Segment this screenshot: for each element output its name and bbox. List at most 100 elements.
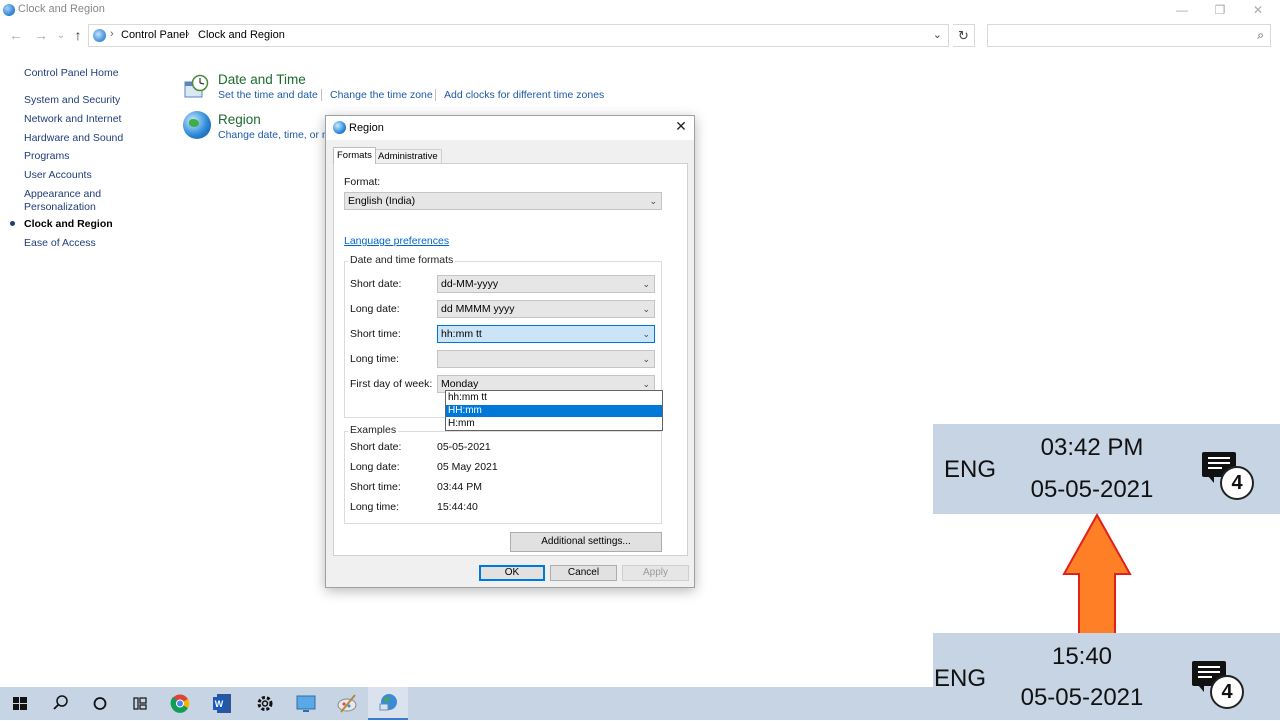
- sidebar-item-appearance[interactable]: Appearance and: [24, 188, 101, 201]
- example-long-date-value: 05 May 2021: [437, 461, 498, 473]
- remote-desktop-icon[interactable]: [286, 687, 326, 720]
- search-input[interactable]: ⌕: [987, 24, 1271, 47]
- restore-button[interactable]: ❐: [1200, 0, 1240, 20]
- clock-date: 05-05-2021: [1020, 684, 1144, 711]
- up-button[interactable]: ↑: [70, 27, 86, 43]
- clock-date: 05-05-2021: [1030, 476, 1154, 503]
- tab-formats[interactable]: Formats: [333, 147, 376, 164]
- chevron-down-icon: ⌄: [642, 304, 650, 314]
- example-short-date-value: 05-05-2021: [437, 441, 491, 453]
- language-preferences-link[interactable]: Language preferences: [344, 235, 449, 247]
- refresh-button[interactable]: ↻: [953, 24, 975, 47]
- back-button[interactable]: ←: [8, 27, 24, 43]
- sidebar-item-network[interactable]: Network and Internet: [24, 113, 121, 126]
- short-time-dropdown-list: hh:mm tt HH:mm H:mm: [445, 390, 663, 431]
- sidebar-item-programs[interactable]: Programs: [24, 150, 70, 163]
- sidebar-item-hardware[interactable]: Hardware and Sound: [24, 132, 123, 145]
- date-time-formats-title: Date and time formats: [348, 254, 456, 266]
- cortana-icon[interactable]: [80, 687, 120, 720]
- dialog-title-bar: Region ✕: [326, 116, 694, 140]
- short-time-option-selected[interactable]: HH:mm: [446, 405, 662, 417]
- settings-icon[interactable]: [245, 687, 285, 720]
- region-globe-icon: [183, 111, 211, 139]
- task-view-icon[interactable]: [120, 687, 160, 720]
- close-button[interactable]: ✕: [1238, 0, 1278, 20]
- example-long-time-label: Long time:: [350, 501, 400, 513]
- short-time-option[interactable]: H:mm: [446, 418, 662, 430]
- apply-button[interactable]: Apply: [622, 565, 689, 581]
- region-dialog: Region ✕ Formats Administrative Format: …: [325, 115, 695, 588]
- long-time-label: Long time:: [350, 353, 400, 365]
- add-clocks-link[interactable]: Add clocks for different time zones: [444, 89, 604, 101]
- first-day-value: Monday: [441, 378, 479, 390]
- cancel-button[interactable]: Cancel: [550, 565, 617, 581]
- change-formats-link[interactable]: Change date, time, or nu: [218, 129, 334, 141]
- example-long-time-value: 15:44:40: [437, 501, 478, 513]
- example-short-date-label: Short date:: [350, 441, 402, 453]
- example-long-date-label: Long date:: [350, 461, 400, 473]
- active-bullet: [10, 221, 15, 226]
- formats-tab-panel: Format: English (India) ⌄ Language prefe…: [333, 163, 688, 556]
- clock-time: 15:40: [1051, 643, 1113, 670]
- region-title[interactable]: Region: [218, 112, 261, 127]
- chevron-down-icon: ⌄: [649, 196, 657, 206]
- short-time-select[interactable]: hh:mm tt ⌄: [437, 325, 655, 343]
- svg-text:W: W: [215, 699, 224, 709]
- control-panel-icon: [379, 694, 397, 711]
- ok-button[interactable]: OK: [479, 565, 545, 581]
- clock-zoom-after: ENG 15:40 05-05-2021 4: [933, 633, 1280, 720]
- notification-count: 4: [1210, 675, 1244, 709]
- notification-icon: 4: [1192, 661, 1244, 709]
- sidebar-item-personalization[interactable]: Personalization: [24, 201, 96, 214]
- windows-start-icon[interactable]: [0, 687, 40, 720]
- additional-settings-button[interactable]: Additional settings...: [510, 532, 662, 552]
- change-time-zone-link[interactable]: Change the time zone: [330, 89, 433, 101]
- long-date-select[interactable]: dd MMMM yyyy ⌄: [437, 300, 655, 318]
- first-day-label: First day of week:: [350, 378, 433, 390]
- address-bar[interactable]: › Control Panel › Clock and Region ⌄: [88, 24, 949, 47]
- dialog-title: Region: [349, 122, 384, 134]
- example-short-time-value: 03:44 PM: [437, 481, 482, 493]
- long-date-value: dd MMMM yyyy: [441, 303, 515, 315]
- sidebar-item-user-accounts[interactable]: User Accounts: [24, 169, 92, 182]
- sidebar-item-ease-of-access[interactable]: Ease of Access: [24, 237, 96, 250]
- link-divider: [435, 89, 436, 101]
- long-time-select[interactable]: ⌄: [437, 350, 655, 368]
- sidebar-item-clock-region[interactable]: Clock and Region: [24, 218, 113, 231]
- short-time-option[interactable]: hh:mm tt: [446, 392, 662, 404]
- control-panel-taskbar-button[interactable]: [368, 687, 408, 720]
- control-panel-icon: [3, 4, 15, 16]
- breadcrumb-clock-region[interactable]: Clock and Region: [198, 29, 285, 41]
- chrome-icon[interactable]: [160, 687, 200, 720]
- recent-locations-button[interactable]: ⌄: [53, 30, 69, 41]
- sidebar-home-link[interactable]: Control Panel Home: [24, 67, 119, 80]
- date-time-title[interactable]: Date and Time: [218, 72, 306, 87]
- format-select[interactable]: English (India) ⌄: [344, 192, 662, 210]
- word-icon[interactable]: W: [203, 687, 243, 720]
- short-date-select[interactable]: dd-MM-yyyy ⌄: [437, 275, 655, 293]
- language-indicator: ENG: [944, 456, 997, 483]
- short-date-value: dd-MM-yyyy: [441, 278, 499, 290]
- control-panel-icon: [93, 29, 106, 42]
- minimize-button[interactable]: —: [1162, 0, 1202, 20]
- tab-administrative[interactable]: Administrative: [374, 149, 442, 163]
- sidebar-item-system-security[interactable]: System and Security: [24, 94, 120, 107]
- breadcrumb-control-panel[interactable]: Control Panel: [121, 29, 188, 41]
- format-label: Format:: [344, 176, 381, 188]
- address-dropdown-icon[interactable]: ⌄: [933, 28, 942, 41]
- short-time-label: Short time:: [350, 328, 401, 340]
- dialog-close-button[interactable]: ✕: [672, 118, 690, 135]
- paint-icon[interactable]: [327, 687, 367, 720]
- short-time-value: hh:mm tt: [441, 328, 482, 340]
- search-icon[interactable]: [40, 687, 80, 720]
- window-title: Clock and Region: [18, 3, 105, 15]
- set-time-date-link[interactable]: Set the time and date: [218, 89, 318, 101]
- forward-button[interactable]: →: [33, 27, 49, 43]
- notification-count: 4: [1220, 466, 1254, 500]
- chevron-down-icon: ⌄: [642, 279, 650, 289]
- breadcrumb-separator: ›: [186, 28, 190, 40]
- up-arrow-icon: [1062, 513, 1132, 635]
- date-time-icon: [184, 74, 209, 98]
- language-indicator: ENG: [934, 665, 987, 692]
- window-title-bar: Clock and Region — ❐ ✕: [0, 0, 1280, 20]
